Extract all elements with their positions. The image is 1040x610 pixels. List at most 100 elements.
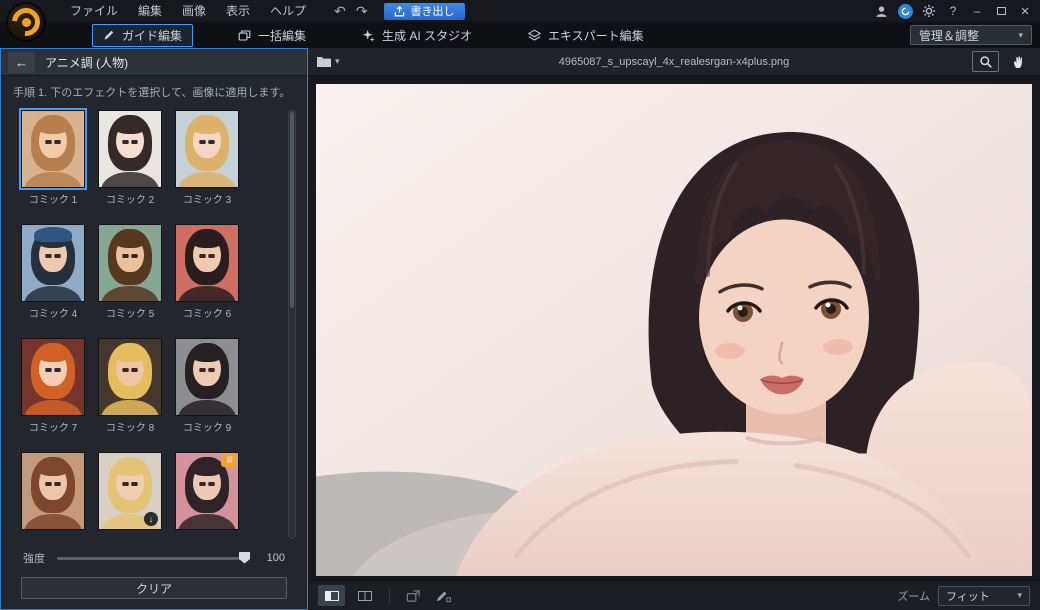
gear-icon xyxy=(922,4,936,18)
single-view-icon xyxy=(324,590,339,601)
download-badge: ↓ xyxy=(144,512,158,526)
compare-icon xyxy=(406,589,420,602)
effect-thumbnail[interactable]: コミック 5 xyxy=(98,224,162,320)
thumb-body xyxy=(178,513,236,529)
thumb-preview xyxy=(19,108,87,190)
effect-label: コミック 4 xyxy=(28,309,78,320)
effect-thumbnail[interactable]: ↓ xyxy=(98,452,162,545)
menu-edit[interactable]: 編集 xyxy=(128,0,172,22)
zoom-label: ズーム xyxy=(897,590,930,603)
effect-label: コミック 3 xyxy=(182,195,232,206)
thumb-face xyxy=(114,463,146,501)
app-logo[interactable] xyxy=(6,2,46,42)
tab-ai-studio[interactable]: 生成 AI スタジオ xyxy=(351,24,483,47)
thumb-body xyxy=(24,513,82,529)
menu-list: ファイル 編集 画像 表示 ヘルプ xyxy=(60,0,316,22)
effect-thumbnail[interactable]: ♕ xyxy=(175,452,239,545)
back-button[interactable]: ← xyxy=(8,51,35,73)
thumb-preview: ↓ xyxy=(98,452,162,530)
clear-row: クリア xyxy=(1,571,307,609)
manage-adjust-button[interactable]: 管理＆調整 ▾ xyxy=(910,25,1032,45)
folder-icon xyxy=(317,57,331,67)
export-button[interactable]: 書き出し xyxy=(383,2,465,20)
intensity-slider-thumb[interactable] xyxy=(239,551,250,564)
effects-scrollbar[interactable] xyxy=(288,110,296,539)
effect-thumbnail[interactable]: コミック 4 xyxy=(21,224,85,320)
zoom-control: ズーム フィット ▾ xyxy=(897,585,1030,606)
thumb-body xyxy=(101,285,159,301)
effect-thumbnail[interactable] xyxy=(21,452,85,545)
minimize-button[interactable]: – xyxy=(966,1,988,21)
pen-icon xyxy=(436,591,451,602)
effect-label: コミック 5 xyxy=(105,309,155,320)
hand-icon xyxy=(1014,55,1023,68)
thumb-face xyxy=(191,235,223,273)
hand-tool-button[interactable] xyxy=(1005,51,1032,72)
thumb-preview xyxy=(98,110,162,188)
redo-button[interactable]: ↷ xyxy=(356,1,368,21)
effect-label: コミック 8 xyxy=(105,423,155,434)
thumb-hat xyxy=(34,227,72,243)
filename: 4965087_s_upscayl_4x_realesrgan-x4plus.p… xyxy=(558,55,790,68)
compare-button[interactable] xyxy=(401,585,425,606)
tab-guided-edit[interactable]: ガイド編集 xyxy=(92,23,194,47)
image-canvas[interactable] xyxy=(316,84,1032,576)
file-bar: ▾ 4965087_s_upscayl_4x_realesrgan-x4plus… xyxy=(308,48,1040,76)
instruction-text: 手順 1. 下のエフェクトを選択して、画像に適用します。 xyxy=(13,87,291,99)
thumb-preview: ♕ xyxy=(175,452,239,530)
menu-file[interactable]: ファイル xyxy=(60,0,128,22)
brush-mask-button[interactable] xyxy=(431,585,455,606)
tab-expert-edit[interactable]: エキスパート編集 xyxy=(517,24,655,47)
intensity-value: 100 xyxy=(266,552,285,564)
effect-thumbnail[interactable]: コミック 8 xyxy=(98,338,162,434)
window-controls: ? – × xyxy=(870,1,1040,21)
chevron-down-icon: ▾ xyxy=(1017,590,1022,600)
image-source-button[interactable]: ▾ xyxy=(316,55,340,68)
thumb-face xyxy=(114,349,146,387)
thumb-preview xyxy=(21,452,85,530)
notification-icon[interactable] xyxy=(894,1,916,21)
effect-thumbnail[interactable]: コミック 9 xyxy=(175,338,239,434)
zoom-select[interactable]: フィット ▾ xyxy=(938,585,1030,606)
tab-batch-edit[interactable]: 一括編集 xyxy=(227,24,317,47)
menu-image[interactable]: 画像 xyxy=(172,0,216,22)
effect-thumbnail[interactable]: コミック 6 xyxy=(175,224,239,320)
effects-grid: コミック 1 コミック 2 コミック 3 コミック 4 コミック 5 コミック … xyxy=(19,108,239,545)
undo-button[interactable]: ↶ xyxy=(334,1,346,21)
magnifier-icon xyxy=(979,55,992,68)
intensity-slider[interactable] xyxy=(57,551,250,564)
editor-main: ▾ 4965087_s_upscayl_4x_realesrgan-x4plus… xyxy=(308,48,1040,610)
account-icon[interactable] xyxy=(870,1,892,21)
clear-button[interactable]: クリア xyxy=(21,577,287,599)
module-toolbar: ガイド編集 一括編集 生成 AI スタジオ エキスパート編集 管理＆調整 ▾ xyxy=(0,22,1040,48)
zoom-tool-button[interactable] xyxy=(972,51,999,72)
split-view-button[interactable] xyxy=(351,585,378,606)
maximize-button[interactable] xyxy=(990,1,1012,21)
thumb-face xyxy=(191,349,223,387)
settings-gear-icon[interactable] xyxy=(918,1,940,21)
premium-badge: ♕ xyxy=(221,453,238,467)
effect-label: コミック 9 xyxy=(182,423,232,434)
effect-thumbnail[interactable]: コミック 7 xyxy=(21,338,85,434)
effect-thumbnail[interactable]: コミック 1 xyxy=(19,108,87,206)
thumb-body xyxy=(178,399,236,415)
thumb-body xyxy=(101,171,159,187)
effect-label xyxy=(98,533,162,545)
help-button[interactable]: ? xyxy=(942,1,964,21)
single-view-button[interactable] xyxy=(318,585,345,606)
export-icon xyxy=(394,5,404,16)
manage-adjust-label: 管理＆調整 xyxy=(919,28,980,43)
scrollbar-thumb[interactable] xyxy=(290,112,294,309)
thumb-face xyxy=(37,463,69,501)
effect-label: コミック 7 xyxy=(28,423,78,434)
module-tabs: ガイド編集 一括編集 生成 AI スタジオ エキスパート編集 xyxy=(92,23,655,47)
thumb-body xyxy=(178,171,236,187)
close-button[interactable]: × xyxy=(1014,1,1036,21)
intensity-label: 強度 xyxy=(23,553,45,565)
thumb-body xyxy=(24,285,82,301)
menu-help[interactable]: ヘルプ xyxy=(260,0,316,22)
effect-thumbnail[interactable]: コミック 2 xyxy=(98,110,162,206)
thumb-body xyxy=(101,399,159,415)
menu-view[interactable]: 表示 xyxy=(216,0,260,22)
effect-thumbnail[interactable]: コミック 3 xyxy=(175,110,239,206)
